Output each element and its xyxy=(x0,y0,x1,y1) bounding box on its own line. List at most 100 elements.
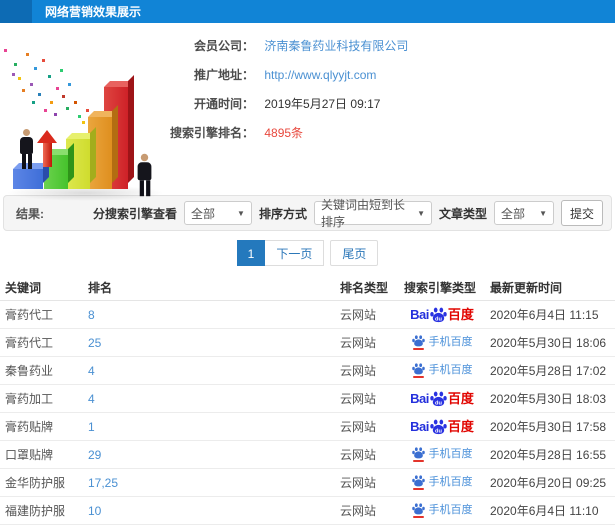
baidu-mobile-paw-icon xyxy=(411,363,425,378)
baidu-mobile-label: 手机百度 xyxy=(428,364,473,376)
rank-link[interactable]: 17,25 xyxy=(83,476,335,490)
baidu-logo: Bai du 百度 xyxy=(410,391,474,407)
table-row: 膏药代工 8 云网站 Bai du 百度 2020年6月4日 11:15 xyxy=(0,301,615,329)
rank-type-cell: 云网站 xyxy=(340,504,377,518)
rank-link[interactable]: 29 xyxy=(83,448,335,462)
baidu-mobile-label: 手机百度 xyxy=(428,504,473,516)
rank-type-cell: 云网站 xyxy=(340,476,377,490)
chevron-down-icon: ▼ xyxy=(417,208,425,218)
keyword-cell: 秦鲁药业 xyxy=(5,364,54,378)
table-body: 膏药代工 8 云网站 Bai du 百度 2020年6月4日 11:15 膏药代工 25… xyxy=(0,301,615,525)
rank-type-cell: 云网站 xyxy=(340,448,377,462)
table-row: 金华防护服 17,25 云网站 手机百度 2020年6月20日 09:25 xyxy=(0,469,615,497)
engine-cell: Bai du 百度 xyxy=(399,419,485,435)
bar-chart-illustration xyxy=(0,47,175,207)
sort-select[interactable]: 关键词由短到长排序 ▼ xyxy=(313,198,432,229)
next-page-button[interactable]: 下一页 xyxy=(265,239,325,266)
baidu-logo-bai-text: Bai xyxy=(410,307,429,322)
article-type-select[interactable]: 全部 ▼ xyxy=(494,201,554,225)
illustration-bar-blue xyxy=(13,169,43,189)
submit-button[interactable]: 提交 xyxy=(561,200,603,226)
table-row: 福建防护服 10 云网站 手机百度 2020年6月4日 11:10 xyxy=(0,497,615,525)
rank-link[interactable]: 10 xyxy=(83,504,335,518)
table-row: 膏药加工 4 云网站 Bai du 百度 2020年5月30日 18:03 xyxy=(0,385,615,413)
engine-cell: 手机百度 xyxy=(399,475,485,490)
keyword-cell: 膏药加工 xyxy=(5,392,54,406)
rank-link[interactable]: 1 xyxy=(83,420,335,434)
promo-url-row: 推广地址： http://www.qlyyjt.com xyxy=(166,61,408,90)
chevron-down-icon: ▼ xyxy=(237,208,245,218)
svg-text:du: du xyxy=(435,400,442,406)
page-title: 网络营销效果展示 xyxy=(45,5,142,19)
table-row: 秦鲁药业 4 云网站 手机百度 2020年5月28日 17:02 xyxy=(0,357,615,385)
baidu-mobile-paw-icon xyxy=(411,447,425,462)
baidu-paw-icon: du xyxy=(430,419,447,434)
baidu-logo-cn-text: 百度 xyxy=(447,391,474,406)
table-row: 膏药代工 25 云网站 手机百度 2020年5月30日 18:06 xyxy=(0,329,615,357)
baidu-mobile-paw-icon xyxy=(411,503,425,518)
baidu-paw-icon: du xyxy=(430,391,447,406)
svg-text:du: du xyxy=(435,316,442,322)
up-arrow-icon xyxy=(37,130,57,167)
rank-type-cell: 云网站 xyxy=(340,308,377,322)
engine-cell: 手机百度 xyxy=(399,447,485,462)
table-header-row: 关键词 排名 排名类型 搜索引擎类型 最新更新时间 xyxy=(0,274,615,301)
header-update-time: 最新更新时间 xyxy=(490,280,563,295)
article-type-label: 文章类型 xyxy=(438,206,487,221)
header-rank-type: 排名类型 xyxy=(340,280,389,295)
rank-type-cell: 云网站 xyxy=(340,364,377,378)
title-bar: 网络营销效果展示 xyxy=(0,0,615,23)
baidu-mobile-label: 手机百度 xyxy=(428,476,473,488)
article-type-selected: 全部 xyxy=(501,206,526,221)
baidu-mobile-badge: 手机百度 xyxy=(411,475,473,490)
table-row: 口罩贴牌 29 云网站 手机百度 2020年5月28日 16:55 xyxy=(0,441,615,469)
baidu-logo-cn-text: 百度 xyxy=(447,419,474,434)
baidu-mobile-paw-icon xyxy=(411,335,425,350)
member-company-label: 会员公司： xyxy=(193,39,254,53)
baidu-logo: Bai du 百度 xyxy=(410,307,474,323)
update-time-cell: 2020年5月30日 17:58 xyxy=(490,420,607,434)
open-time-row: 开通时间： 2019年5月27日 09:17 xyxy=(166,90,408,119)
engine-cell: 手机百度 xyxy=(399,335,485,350)
page-1-button[interactable]: 1 xyxy=(236,239,266,266)
rank-link[interactable]: 4 xyxy=(83,364,335,378)
baidu-mobile-paw-icon xyxy=(411,475,425,490)
header-keyword: 关键词 xyxy=(5,280,42,295)
promo-url-label: 推广地址： xyxy=(193,68,254,82)
businessman-figure-left xyxy=(20,129,33,169)
open-time-label: 开通时间： xyxy=(193,97,254,111)
engine-cell: 手机百度 xyxy=(399,503,485,518)
baidu-logo-bai-text: Bai xyxy=(410,419,429,434)
sort-selected: 关键词由短到长排序 xyxy=(320,198,405,229)
baidu-logo-cn-text: 百度 xyxy=(447,307,474,322)
baidu-mobile-label: 手机百度 xyxy=(428,336,473,348)
update-time-cell: 2020年5月28日 17:02 xyxy=(490,364,607,378)
keyword-cell: 膏药贴牌 xyxy=(5,420,54,434)
confetti-decoration xyxy=(4,49,7,52)
keyword-cell: 口罩贴牌 xyxy=(5,448,54,462)
promo-url-link[interactable]: http://www.qlyyjt.com xyxy=(264,68,376,82)
ranking-count-label: 搜索引擎排名： xyxy=(169,126,254,140)
update-time-cell: 2020年5月28日 16:55 xyxy=(490,448,607,462)
engine-view-select[interactable]: 全部 ▼ xyxy=(183,201,252,225)
rank-link[interactable]: 4 xyxy=(83,392,335,406)
baidu-mobile-badge: 手机百度 xyxy=(411,503,473,518)
baidu-mobile-badge: 手机百度 xyxy=(411,335,473,350)
ranking-count-value: 4895条 xyxy=(264,126,304,140)
rank-link[interactable]: 25 xyxy=(83,336,335,350)
baidu-mobile-badge: 手机百度 xyxy=(411,447,473,462)
header-engine-type: 搜索引擎类型 xyxy=(404,280,477,295)
rank-link[interactable]: 8 xyxy=(83,308,335,322)
businessman-figure-right xyxy=(137,153,152,197)
result-label: 结果: xyxy=(16,206,44,221)
ranking-count-row: 搜索引擎排名： 4895条 xyxy=(166,119,408,148)
open-time-value: 2019年5月27日 09:17 xyxy=(264,97,381,111)
rank-type-cell: 云网站 xyxy=(340,336,377,350)
update-time-cell: 2020年5月30日 18:06 xyxy=(490,336,607,350)
update-time-cell: 2020年6月4日 11:15 xyxy=(490,308,599,322)
engine-cell: Bai du 百度 xyxy=(399,307,485,323)
last-page-button[interactable]: 尾页 xyxy=(330,239,379,266)
engine-view-selected: 全部 xyxy=(190,206,215,221)
update-time-cell: 2020年5月30日 18:03 xyxy=(490,392,607,406)
member-company-link[interactable]: 济南秦鲁药业科技有限公司 xyxy=(264,39,408,53)
